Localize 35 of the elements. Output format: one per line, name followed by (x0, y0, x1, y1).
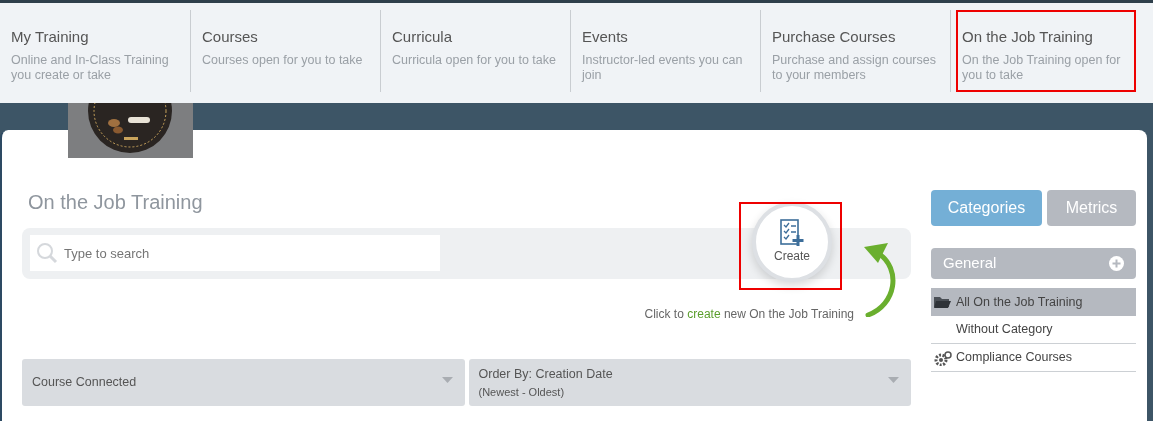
menu-item[interactable]: Curricula Curricula open for you to take (380, 10, 570, 92)
checklist-add-icon (779, 219, 805, 247)
menu-item-description: Instructor-led events you can join (582, 52, 744, 83)
caret-icon (441, 377, 453, 383)
page-title: On the Job Training (28, 190, 204, 214)
search-field[interactable]: Type to search (30, 235, 440, 271)
folder-icon (934, 295, 951, 308)
menu-item-description: Online and In-Class Training you create or take (11, 52, 170, 83)
menu-item[interactable]: Courses Courses open for you to take (190, 10, 380, 92)
menu-item[interactable]: Purchase Courses Purchase and assign courses to your members (760, 10, 950, 92)
create-button[interactable]: Create (752, 202, 832, 282)
gears-icon (934, 351, 952, 366)
filter-dropdown[interactable]: Course Connected (22, 359, 465, 406)
menu-item-title: Events (582, 27, 629, 47)
create-hint: Click to create new On the Job Training (644, 306, 854, 323)
menu-item-description: Curricula open for you to take (392, 52, 557, 68)
menu-item-description: Courses open for you to take (202, 52, 364, 68)
category-item[interactable]: Without Category (931, 316, 1136, 344)
search-icon (36, 242, 58, 264)
category-item[interactable]: Compliance Courses (931, 344, 1136, 372)
menu-item-title: Courses (202, 27, 259, 47)
add-icon (1109, 256, 1124, 271)
create-link[interactable]: create (687, 307, 721, 321)
menu-item-title: On the Job Training (962, 27, 1094, 47)
category-item[interactable]: All On the Job Training (931, 288, 1136, 316)
menu-item-title: Curricula (392, 27, 453, 47)
menu-item-title: Purchase Courses (772, 27, 897, 47)
menu-item[interactable]: On the Job Training On the Job Training open for you to take (950, 10, 1140, 92)
menu-item[interactable]: Events Instructor-led events you can join (570, 10, 760, 92)
menu-item-description: On the Job Training open for you to take (962, 52, 1122, 83)
filter-dropdown[interactable]: Order By: Creation Date (Newest - Oldest) (468, 359, 911, 406)
menu-item[interactable]: My Training Online and In-Class Training you create or take (0, 10, 190, 92)
caret-icon (888, 377, 899, 383)
menu-item-description: Purchase and assign courses to your members (772, 52, 937, 83)
menu-item-title: My Training (11, 27, 90, 47)
